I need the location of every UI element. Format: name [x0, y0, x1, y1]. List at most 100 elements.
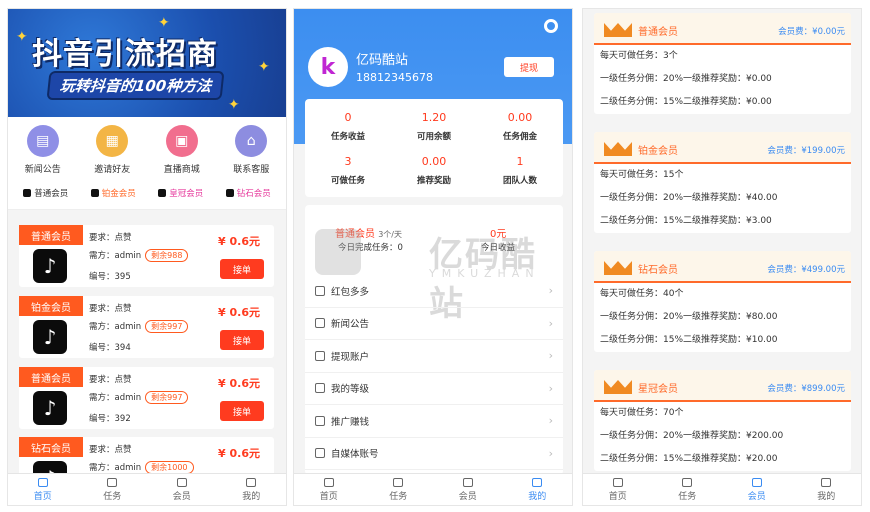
- gift-icon: [315, 285, 325, 296]
- quick-invite[interactable]: ▦ 邀请好友: [78, 125, 148, 175]
- member-tag: 普通会员: [19, 225, 83, 245]
- news-icon: ▤: [26, 125, 59, 157]
- stat-item: 0.00 任务佣金: [502, 111, 537, 142]
- share-icon: [315, 415, 325, 426]
- today-income-label: 今日收益: [481, 243, 516, 253]
- nav-member[interactable]: 会员: [433, 474, 503, 505]
- nav-home[interactable]: 首页: [583, 474, 653, 505]
- task-price: ¥ 0.6元: [218, 447, 260, 460]
- gear-icon[interactable]: [544, 19, 558, 33]
- nav-member[interactable]: 会员: [722, 474, 792, 505]
- level-card[interactable]: 普通会员 会员费：¥0.00元 每天可做任务：3个 一级任务分佣：20%一级推荐奖…: [594, 13, 851, 114]
- bottom-nav: 首页 任务 会员 我的: [294, 473, 572, 505]
- remaining-badge: 剩余997: [145, 391, 189, 404]
- stats-panel: 0 任务收益 1.20 可用余额 0.00 任务佣金 3 可做任务 0.00 推荐奖励 1…: [305, 99, 563, 197]
- user-icon: [532, 477, 543, 487]
- member-tab[interactable]: 皇冠会员: [147, 187, 215, 199]
- home-icon: [612, 477, 623, 487]
- home-icon: [37, 477, 48, 487]
- menu-news[interactable]: 新闻公告 ›: [305, 308, 563, 340]
- stat-item: 1 团队人数: [502, 155, 537, 186]
- level-card[interactable]: 星冠会员 会员费：¥899.00元 每天可做任务：70个 一级任务分佣：20%一级…: [594, 370, 851, 471]
- user-name: 亿码酷站: [356, 53, 409, 68]
- banner-title: 抖音引流招商: [32, 37, 218, 72]
- tiktok-icon: [90, 189, 99, 197]
- nav-mine[interactable]: 我的: [792, 474, 862, 505]
- home-icon: [323, 477, 334, 487]
- crown-icon: [604, 23, 632, 37]
- profile-menu: 红包多多 › 新闻公告 › 提现账户 › 我的等级 › 推广赚钱 › 自媒体账号 ›: [305, 275, 563, 470]
- nav-tasks[interactable]: 任务: [78, 474, 148, 505]
- member-icon: [462, 477, 473, 487]
- qr-icon: ▦: [96, 125, 129, 157]
- menu-red-packet[interactable]: 红包多多 ›: [305, 275, 563, 308]
- crown-icon: [604, 380, 632, 394]
- menu-withdraw-account[interactable]: 提现账户 ›: [305, 340, 563, 373]
- id-icon: ▣: [165, 125, 198, 157]
- tiktok-icon: [225, 189, 234, 197]
- member-tab[interactable]: 铂金会员: [80, 187, 148, 199]
- nav-home[interactable]: 首页: [8, 474, 78, 505]
- menu-promote[interactable]: 推广赚钱 ›: [305, 405, 563, 438]
- member-tab[interactable]: 钻石会员: [215, 187, 283, 199]
- chevron-right-icon: ›: [548, 414, 553, 428]
- level-card[interactable]: 铂金会员 会员费：¥199.00元 每天可做任务：15个 一级任务分佣：20%一级…: [594, 132, 851, 233]
- quick-service[interactable]: ⌂ 联系客服: [217, 125, 287, 175]
- bottom-nav: 首页 任务 会员 我的: [8, 473, 286, 505]
- nav-home[interactable]: 首页: [294, 474, 364, 505]
- member-tag: 钻石会员: [19, 437, 83, 457]
- tiktok-logo-icon: ♪: [33, 391, 67, 425]
- member-icon: [751, 477, 762, 487]
- member-tag: 普通会员: [19, 367, 83, 387]
- remaining-badge: 剩余988: [145, 249, 189, 262]
- chevron-right-icon: ›: [548, 284, 553, 298]
- take-order-button[interactable]: 接单: [220, 330, 264, 350]
- news-icon: [315, 318, 325, 329]
- quick-news[interactable]: ▤ 新闻公告: [8, 125, 78, 175]
- nav-mine[interactable]: 我的: [503, 474, 573, 505]
- task-price: ¥ 0.6元: [218, 235, 260, 248]
- user-phone: 18812345678: [356, 71, 433, 84]
- today-done: 今日完成任务：0: [338, 243, 403, 253]
- home-screen: ✦ ✦ ✦ ✦ 抖音引流招商 玩转抖音的100种方法 ▤ 新闻公告 ▦ 邀请好友 ▣…: [7, 8, 287, 506]
- member-level: 普通会员: [335, 229, 375, 240]
- withdraw-button[interactable]: 提现: [504, 57, 554, 77]
- member-tag: 铂金会员: [19, 296, 83, 316]
- crown-icon: [604, 142, 632, 156]
- chevron-right-icon: ›: [548, 446, 553, 460]
- remaining-badge: 剩余997: [145, 320, 189, 333]
- menu-media-account[interactable]: 自媒体账号 ›: [305, 438, 563, 470]
- stat-item: 0 任务收益: [330, 111, 365, 142]
- tiktok-logo-icon: ♪: [33, 320, 67, 354]
- nav-mine[interactable]: 我的: [217, 474, 287, 505]
- promo-banner[interactable]: ✦ ✦ ✦ ✦ 抖音引流招商 玩转抖音的100种方法: [8, 9, 286, 117]
- today-amount: 0元: [490, 229, 507, 240]
- home-icon: ⌂: [235, 125, 268, 157]
- menu-my-level[interactable]: 我的等级 ›: [305, 373, 563, 405]
- take-order-button[interactable]: 接单: [220, 259, 264, 279]
- member-icon: [176, 477, 187, 487]
- tiktok-icon: [23, 189, 32, 197]
- task-card[interactable]: 普通会员 ♪ 要求：点赞 需方：admin 剩余988 编号：395 ¥ 0.6元…: [19, 225, 274, 287]
- level-card[interactable]: 钻石会员 会员费：¥499.00元 每天可做任务：40个 一级任务分佣：20%一级…: [594, 251, 851, 352]
- chevron-right-icon: ›: [548, 349, 553, 363]
- star-icon: ✦: [228, 97, 240, 113]
- task-card[interactable]: 普通会员 ♪ 要求：点赞 需方：admin 剩余997 编号：392 ¥ 0.6元…: [19, 367, 274, 429]
- wallet-icon: [315, 350, 325, 361]
- quick-shop[interactable]: ▣ 直播商城: [147, 125, 217, 175]
- task-price: ¥ 0.6元: [218, 377, 260, 390]
- member-tab[interactable]: 普通会员: [12, 187, 80, 199]
- tiktok-logo-icon: ♪: [33, 249, 67, 283]
- take-order-button[interactable]: 接单: [220, 401, 264, 421]
- stat-item: 0.00 推荐奖励: [416, 155, 451, 186]
- user-icon: [821, 477, 832, 487]
- stat-item: 1.20 可用余额: [416, 111, 451, 142]
- banner-subtitle: 玩转抖音的100种方法: [46, 71, 225, 100]
- task-card[interactable]: 铂金会员 ♪ 要求：点赞 需方：admin 剩余997 编号：394 ¥ 0.6元…: [19, 296, 274, 358]
- tasks-icon: [682, 477, 693, 487]
- star-icon: ✦: [258, 59, 270, 75]
- nav-member[interactable]: 会员: [147, 474, 217, 505]
- nav-tasks[interactable]: 任务: [653, 474, 723, 505]
- nav-tasks[interactable]: 任务: [364, 474, 434, 505]
- avatar[interactable]: k: [308, 47, 348, 87]
